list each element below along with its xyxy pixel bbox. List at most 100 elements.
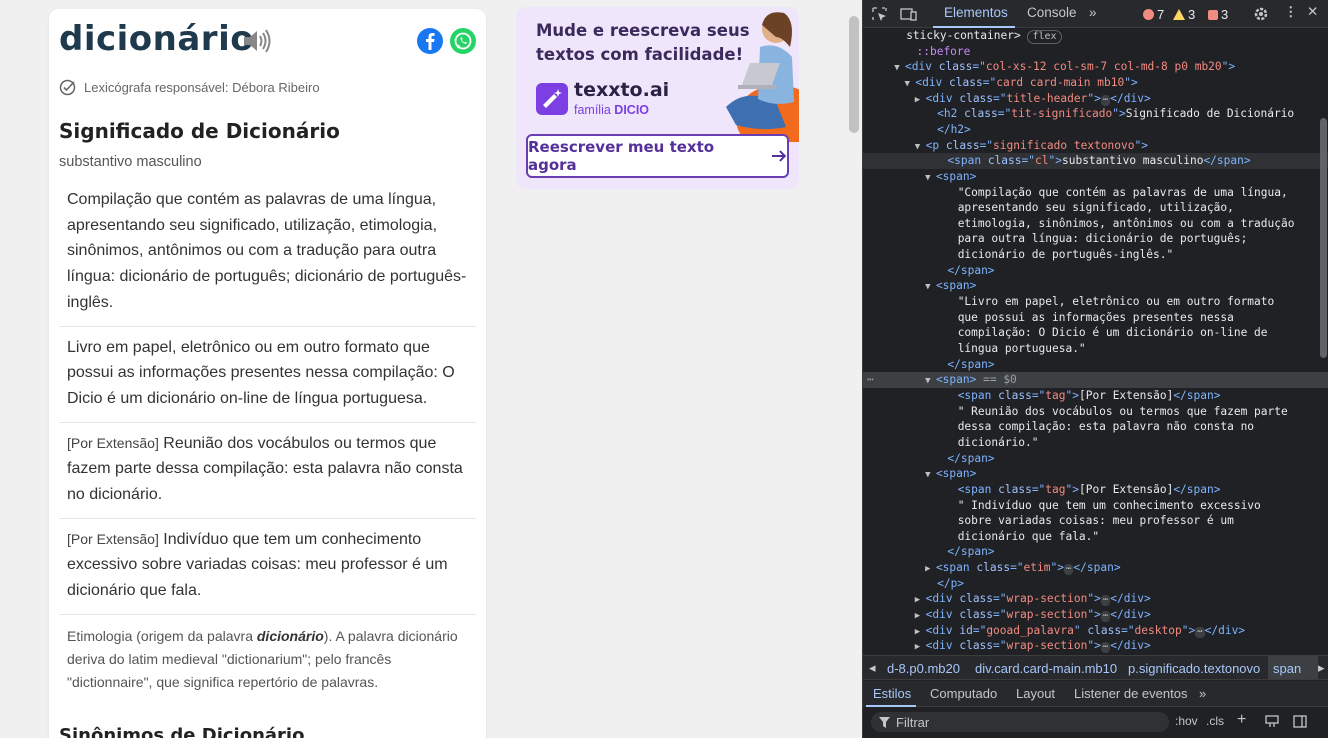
tree-node[interactable]: etimologia, sinônimos, antônimos ou com …	[863, 216, 1328, 232]
expand-ellipsis-icon[interactable]: ⋯	[1195, 626, 1205, 638]
tab-layout[interactable]: Layout	[1016, 686, 1055, 701]
tree-node[interactable]: que possui as informações presentes ness…	[863, 310, 1328, 326]
tree-node[interactable]: ::before	[863, 44, 1328, 60]
speaker-icon[interactable]	[242, 29, 272, 53]
tree-node[interactable]: ▶ <div class="wrap-section"> ⋯ </div>	[863, 638, 1328, 654]
breadcrumb-item[interactable]: div.card.card-main.mb10	[975, 661, 1117, 676]
tree-node[interactable]: <span class="tag">[Por Extensão]</span>	[863, 388, 1328, 404]
more-options-icon[interactable]: ⋮	[1284, 4, 1298, 20]
inspect-element-icon[interactable]	[872, 7, 887, 22]
breadcrumb-current[interactable]: span	[1273, 661, 1301, 676]
tag-punct: >	[1072, 388, 1080, 402]
tree-node[interactable]: </span>	[863, 451, 1328, 467]
tree-node[interactable]: <h2 class="tit-significado">Significado …	[863, 106, 1328, 122]
expand-ellipsis-icon[interactable]: ⋯	[1064, 564, 1074, 576]
tree-node[interactable]: sticky-container> flex	[863, 28, 1328, 44]
tab-computed[interactable]: Computado	[930, 686, 997, 701]
tree-node[interactable]: "Compilação que contém as palavras de um…	[863, 185, 1328, 201]
tag-punct: ="	[1031, 482, 1046, 496]
settings-gear-icon[interactable]	[1253, 6, 1269, 22]
tree-node[interactable]: ▶ <div class="title-header"> ⋯ </div>	[863, 91, 1328, 107]
close-devtools-icon[interactable]: ✕	[1307, 4, 1318, 20]
tree-node[interactable]: língua portuguesa."	[863, 341, 1328, 357]
tab-styles[interactable]: Estilos	[873, 686, 911, 701]
more-style-tabs-icon[interactable]: »	[1199, 686, 1206, 701]
tree-node[interactable]: dicionário que fala."	[863, 529, 1328, 545]
tree-node[interactable]: apresentando seu significado, utilização…	[863, 200, 1328, 216]
expand-ellipsis-icon[interactable]: ⋯	[1100, 611, 1111, 623]
selected-marker: == $0	[976, 373, 1017, 387]
collapse-arrow-icon: ▼	[925, 172, 936, 183]
tree-node[interactable]: ▶ <div id="gooad_palavra" class="desktop…	[863, 623, 1328, 639]
hover-state-toggle[interactable]: :hov	[1175, 714, 1198, 728]
tree-node[interactable]: " Indivíduo que tem um conhecimento exce…	[863, 498, 1328, 514]
tree-node[interactable]: ▶ <span class="etim"> ⋯ </span>	[863, 560, 1328, 576]
device-toolbar-icon[interactable]	[900, 7, 917, 22]
breadcrumb-item[interactable]: d-8.p0.mb20	[887, 661, 960, 676]
whatsapp-icon[interactable]	[450, 28, 476, 54]
tree-node[interactable]: sobre variadas coisas: meu professor é u…	[863, 513, 1328, 529]
tree-node[interactable]: ▶ <div class="wrap-section"> ⋯ </div>	[863, 607, 1328, 623]
elements-scrollbar[interactable]	[1320, 118, 1327, 358]
expand-arrow-icon: ▶	[914, 626, 926, 637]
attr-name: id	[959, 623, 973, 637]
tree-node[interactable]: dicionário de português-inglês."	[863, 247, 1328, 263]
errors-badge[interactable]: 7	[1143, 7, 1164, 22]
tree-node[interactable]: </span>	[863, 357, 1328, 373]
tree-token	[1021, 29, 1028, 42]
tree-node[interactable]: <span class="tag">[Por Extensão]</span>	[863, 482, 1328, 498]
tree-node[interactable]: ⋯ ▼ <span> == $0	[863, 372, 1328, 389]
tag-name: </p>	[937, 576, 965, 590]
breadcrumb-scroll-right-icon[interactable]: ▸	[1318, 660, 1325, 676]
breadcrumb-item[interactable]: p.significado.textonovo	[1128, 661, 1260, 676]
tag-punct: >	[1072, 482, 1080, 496]
tree-node[interactable]: ▼ <div class="col-xs-12 col-sm-7 col-md-…	[863, 59, 1328, 75]
new-style-rule-icon[interactable]: +	[1237, 711, 1246, 729]
tree-node[interactable]: </span>	[863, 263, 1328, 279]
collapse-arrow-icon: ▼	[925, 376, 936, 387]
expand-ellipsis-icon[interactable]: ⋯	[1100, 94, 1111, 106]
tree-node[interactable]: dicionário."	[863, 435, 1328, 451]
tree-node[interactable]: </p>	[863, 576, 1328, 592]
tree-node[interactable]: "Livro em papel, eletrônico ou em outro …	[863, 294, 1328, 310]
elements-tree[interactable]: sticky-container> flex::before ▼ <div cla…	[863, 28, 1328, 655]
tree-node[interactable]: ▼ <span>	[863, 169, 1328, 185]
sidebar-toggle-icon[interactable]	[1293, 715, 1307, 728]
styles-filter-input[interactable]: Filtrar	[871, 712, 1169, 732]
tree-node[interactable]: para outra língua: dicionário de portugu…	[863, 231, 1328, 247]
text-node: sobre variadas coisas: meu professor é u…	[957, 514, 1234, 528]
tree-node[interactable]: ▶ <div class="wrap-section"> ⋯ </div>	[863, 591, 1328, 607]
class-toggle[interactable]: .cls	[1206, 714, 1224, 728]
tag-punct: ="	[1121, 623, 1135, 637]
tree-node[interactable]: <span class="cl">substantivo masculino</…	[863, 153, 1328, 170]
facebook-icon[interactable]	[417, 28, 443, 54]
issues-badge[interactable]: 3	[1208, 7, 1228, 22]
tree-node[interactable]: </h2>	[863, 122, 1328, 138]
tag-name: <span	[957, 388, 992, 402]
tree-node[interactable]: compilação: O Dicio é um dicionário on-l…	[863, 325, 1328, 341]
tree-node[interactable]: ▼ <p class="significado textonovo">	[863, 138, 1328, 154]
page-scrollbar[interactable]	[849, 16, 859, 133]
tag-punct: ="	[1021, 154, 1035, 168]
tab-elements[interactable]: Elementos	[944, 5, 1008, 20]
tab-event-listeners[interactable]: Listener de eventos	[1074, 686, 1187, 701]
attr-name: class	[959, 592, 994, 606]
rewrite-text-button[interactable]: Reescrever meu texto agora	[526, 134, 789, 178]
tree-node[interactable]: " Reunião dos vocábulos ou termos que fa…	[863, 404, 1328, 420]
tree-node[interactable]: ▼ <span>	[863, 466, 1328, 482]
expand-ellipsis-icon[interactable]: ⋯	[1100, 595, 1111, 607]
breadcrumb-scroll-left-icon[interactable]: ◂	[869, 660, 876, 676]
tree-node[interactable]: ▼ <span>	[863, 278, 1328, 294]
tab-console[interactable]: Console	[1027, 5, 1077, 20]
warnings-badge[interactable]: 3	[1173, 7, 1195, 22]
tree-node[interactable]: </span>	[863, 544, 1328, 560]
ad-family: família DICIO	[574, 103, 649, 117]
texxto-ad[interactable]: Mude e reescreva seus textos com facilid…	[516, 7, 799, 189]
more-tabs-icon[interactable]: »	[1089, 5, 1097, 20]
element-state-icon[interactable]	[1265, 715, 1279, 728]
text-node: etimologia, sinônimos, antônimos ou com …	[957, 216, 1295, 230]
expand-ellipsis-icon[interactable]: ⋯	[1100, 642, 1111, 654]
tree-node[interactable]: dessa compilação: esta palavra não const…	[863, 419, 1328, 435]
attr-value: significado textonovo	[993, 138, 1135, 152]
tree-node[interactable]: ▼ <div class="card card-main mb10">	[863, 75, 1328, 91]
